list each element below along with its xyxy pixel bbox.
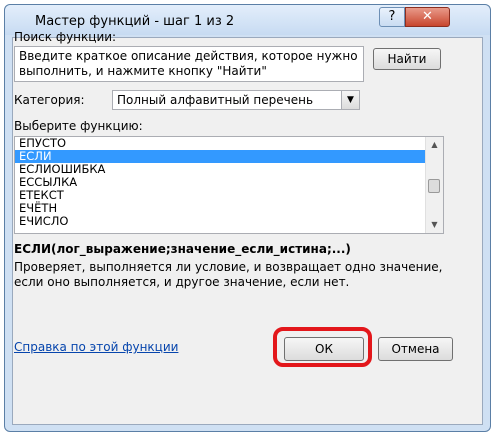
search-input[interactable]: Введите краткое описание действия, котор… <box>14 46 364 82</box>
list-item[interactable]: ЕПУСТО <box>15 137 443 150</box>
list-scrollbar[interactable]: ▲ ▼ <box>425 137 443 233</box>
list-item[interactable]: ЕТЕКСТ <box>15 189 443 202</box>
window-title: Мастер функций - шаг 1 из 2 <box>35 14 235 29</box>
list-item[interactable]: ЕСЛИОШИБКА <box>15 163 443 176</box>
function-description: Проверяет, выполняется ли условие, и воз… <box>14 260 443 289</box>
category-selected-value: Полный алфавитный перечень <box>117 93 314 107</box>
list-item[interactable]: ЕЧИСЛО <box>15 215 443 228</box>
function-list[interactable]: ЕПУСТО ЕСЛИ ЕСЛИОШИБКА ЕССЫЛКА ЕТЕКСТ ЕЧ… <box>14 136 444 234</box>
help-button[interactable]: ? <box>379 7 405 27</box>
chevron-down-icon[interactable]: ▼ <box>341 91 359 109</box>
find-button[interactable]: Найти <box>373 48 441 70</box>
highlight-ring <box>273 327 372 367</box>
list-item[interactable]: ЕЧЁТН <box>15 202 443 215</box>
scroll-thumb[interactable] <box>428 179 440 193</box>
scroll-down-icon[interactable]: ▼ <box>426 217 443 233</box>
category-select[interactable]: Полный алфавитный перечень ▼ <box>112 90 360 110</box>
function-list-label: Выберите функцию: <box>14 119 143 133</box>
function-help-link[interactable]: Справка по этой функции <box>14 340 178 354</box>
cancel-button[interactable]: Отмена <box>378 337 453 361</box>
search-label: Поиск функции: <box>14 30 117 44</box>
category-label: Категория: <box>14 93 85 107</box>
function-signature: ЕСЛИ(лог_выражение;значение_если_истина;… <box>14 242 351 256</box>
list-item[interactable]: ЕССЫЛКА <box>15 176 443 189</box>
close-button[interactable]: ✕ <box>405 7 450 27</box>
scroll-up-icon[interactable]: ▲ <box>426 137 443 153</box>
